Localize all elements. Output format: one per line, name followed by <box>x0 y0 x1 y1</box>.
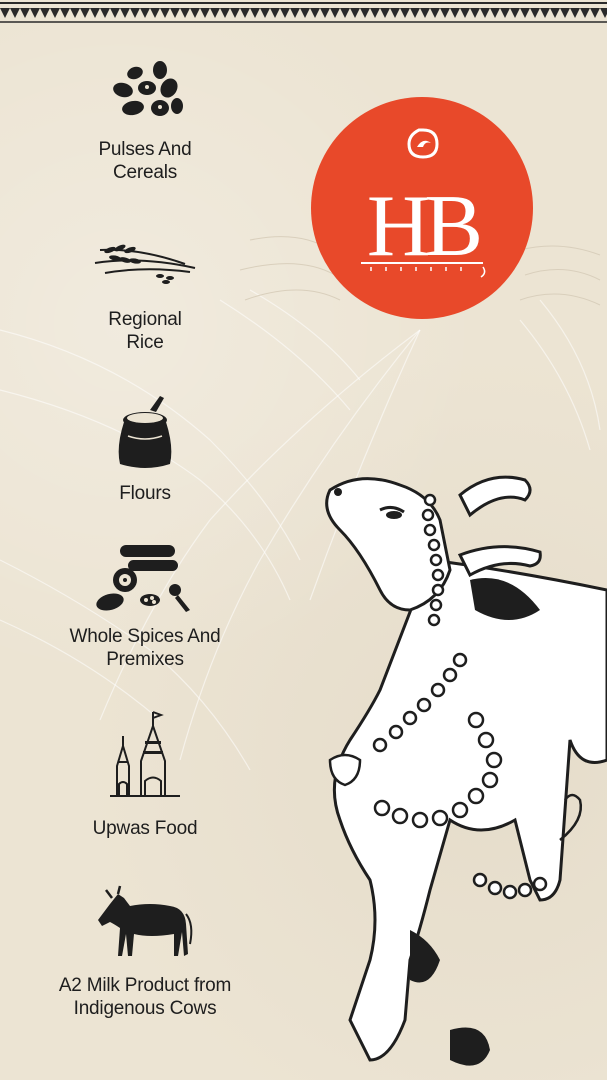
temple-icon <box>110 711 180 797</box>
category-pulses-and-cereals[interactable]: Pulses And Cereals <box>40 58 250 184</box>
category-flours[interactable]: Flours <box>40 392 250 505</box>
category-whole-spices[interactable]: Whole Spices And Premixes <box>40 540 250 671</box>
decorated-cow-illustration <box>325 475 607 1066</box>
category-label: Pulses And Cereals <box>98 139 192 183</box>
cow-icon <box>98 885 193 956</box>
brand-logo[interactable]: HB <box>311 97 533 319</box>
category-label: Whole Spices And Premixes <box>69 626 221 670</box>
category-label: A2 Milk Product from Indigenous Cows <box>58 975 232 1019</box>
spices-icon <box>96 545 190 612</box>
flour-sack-icon <box>118 396 172 468</box>
category-label: Upwas Food <box>92 818 198 839</box>
category-upwas-food[interactable]: Upwas Food <box>40 706 250 840</box>
rice-grain-stalk-icon <box>94 244 196 284</box>
category-a2-milk-products[interactable]: A2 Milk Product from Indigenous Cows <box>40 884 250 1020</box>
category-label: Regional Rice <box>108 309 182 353</box>
category-regional-rice[interactable]: Regional Rice <box>40 228 250 354</box>
top-border-pattern <box>0 2 607 23</box>
logo-text: HB <box>367 178 480 275</box>
category-label: Flours <box>119 483 171 504</box>
beans-icon <box>113 61 183 116</box>
